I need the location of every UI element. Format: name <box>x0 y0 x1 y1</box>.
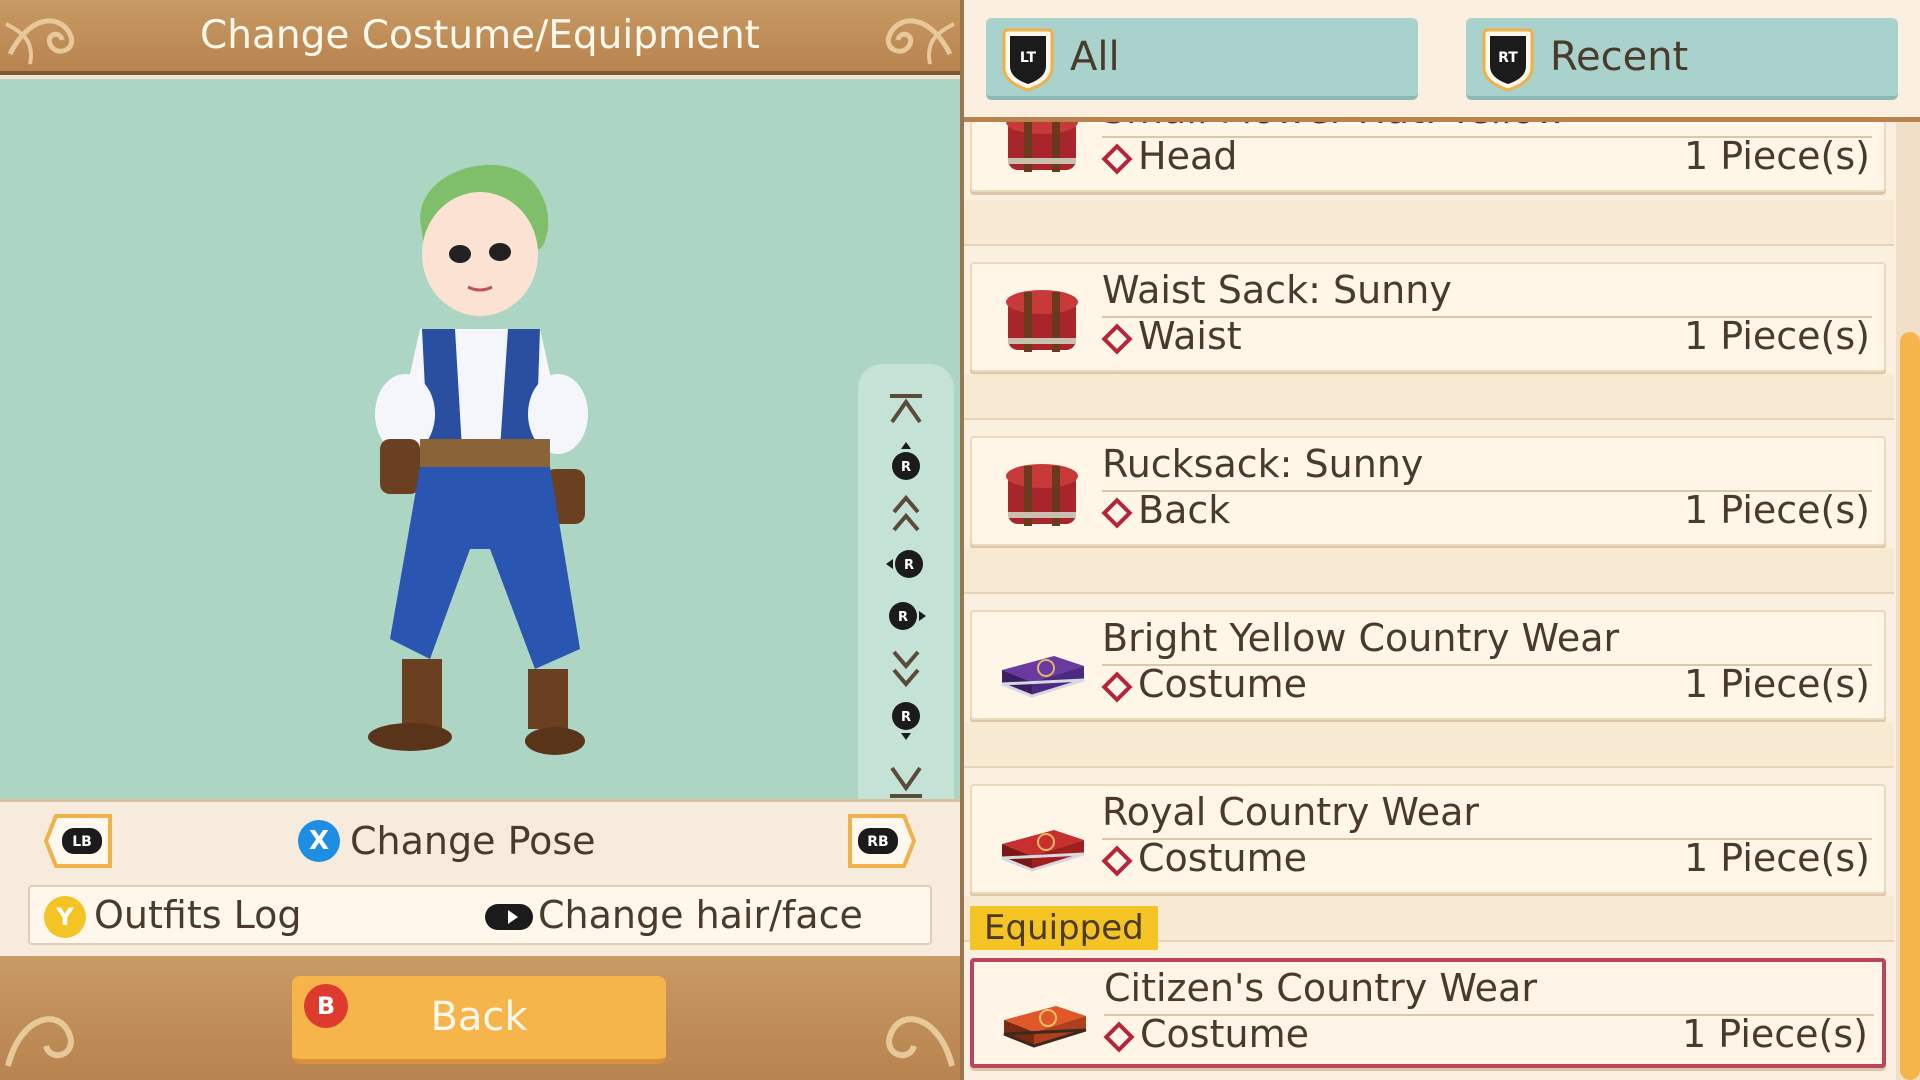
back-label: Back <box>430 994 528 1040</box>
rb-button[interactable]: RB <box>846 812 917 870</box>
lt-label: LT <box>1020 50 1037 66</box>
preview-panel: Change Costume/Equipment R R R R LB X Ch… <box>0 0 960 1080</box>
zoom-out-icon[interactable] <box>876 646 936 690</box>
right-stick-icon <box>485 904 533 930</box>
item-qty: 1 Piece(s) <box>1684 662 1870 706</box>
item-slot: Costume <box>1138 836 1307 880</box>
rt-label: RT <box>1498 50 1518 66</box>
item-slot: Waist <box>1138 314 1242 358</box>
diamond-icon <box>1101 845 1133 877</box>
svg-text:R: R <box>904 558 914 573</box>
svg-text:R: R <box>901 460 911 475</box>
row-separator <box>964 548 1894 594</box>
item-qty: 1 Piece(s) <box>1684 836 1870 880</box>
svg-text:R: R <box>901 710 911 725</box>
ornament-icon <box>886 1016 955 1067</box>
outfit-bar: Y Outfits Log Change hair/face <box>28 885 932 945</box>
character-model[interactable] <box>350 149 630 779</box>
purple-case-icon <box>1001 656 1085 698</box>
red-box-icon <box>1006 290 1078 352</box>
item-slot: Costume <box>1140 1012 1309 1056</box>
title-bar: Change Costume/Equipment <box>0 0 960 75</box>
item-list-panel: Small Flower Hat: Yellow Head 1 Piece(s)… <box>960 0 1920 1080</box>
equipped-badge: Equipped <box>970 906 1158 950</box>
y-button-icon[interactable]: Y <box>44 896 86 938</box>
change-pose-button[interactable]: X Change Pose <box>298 818 596 864</box>
lb-icon: LB <box>43 814 112 868</box>
top-icon[interactable] <box>876 388 936 432</box>
page-title: Change Costume/Equipment <box>200 13 760 58</box>
item-name: Rucksack: Sunny <box>1102 442 1424 486</box>
rb-label: RB <box>867 834 888 850</box>
rb-icon: RB <box>848 814 917 868</box>
rotate-left-icon[interactable]: R <box>876 542 936 586</box>
list-item[interactable]: Rucksack: Sunny Back 1 Piece(s) <box>964 374 1894 548</box>
camera-controls: R R R R <box>858 364 954 874</box>
diamond-icon <box>1101 143 1133 175</box>
item-qty: 1 Piece(s) <box>1684 314 1870 358</box>
list-item[interactable]: Waist Sack: Sunny Waist 1 Piece(s) <box>964 200 1894 374</box>
row-separator <box>964 722 1894 768</box>
rotate-up-icon[interactable]: R <box>876 440 936 484</box>
item-slot: Back <box>1138 488 1231 532</box>
lb-label: LB <box>72 834 92 850</box>
x-button-icon: X <box>298 820 340 862</box>
ornament-icon <box>5 1016 74 1067</box>
diamond-icon <box>1101 323 1133 355</box>
item-name: Citizen's Country Wear <box>1104 966 1537 1010</box>
red-box-icon <box>1006 464 1078 526</box>
outfits-log-button[interactable]: Outfits Log <box>94 893 301 937</box>
orange-case-icon <box>1003 1006 1087 1048</box>
svg-text:R: R <box>898 610 908 625</box>
tab-all[interactable]: LT All <box>986 18 1418 100</box>
tab-recent[interactable]: RT Recent <box>1466 18 1898 100</box>
zoom-in-icon[interactable] <box>876 492 936 536</box>
diamond-icon <box>1101 497 1133 529</box>
diamond-icon <box>1103 1021 1135 1053</box>
item-name: Waist Sack: Sunny <box>1102 268 1452 312</box>
scrollbar-thumb[interactable] <box>1900 332 1920 1080</box>
filter-tabs: LT All RT Recent <box>964 0 1920 122</box>
change-pose-label: Change Pose <box>350 819 596 863</box>
rotate-right-icon[interactable]: R <box>876 594 936 638</box>
row-separator <box>964 374 1894 420</box>
item-qty: 1 Piece(s) <box>1682 1012 1868 1056</box>
list-item[interactable]: Royal Country Wear Costume 1 Piece(s) <box>964 722 1894 896</box>
change-hair-face-button[interactable]: Change hair/face <box>538 893 863 937</box>
lt-trigger-icon: LT <box>1002 28 1054 92</box>
diamond-icon <box>1101 671 1133 703</box>
rt-trigger-icon: RT <box>1482 28 1534 92</box>
red-case-icon <box>1001 830 1085 872</box>
bottom-icon[interactable] <box>876 758 936 802</box>
scrollbar[interactable] <box>1896 122 1920 1080</box>
item-slot: Costume <box>1138 662 1307 706</box>
row-separator <box>964 200 1894 246</box>
back-button[interactable]: Back B <box>292 976 666 1064</box>
tab-all-label: All <box>1070 34 1120 80</box>
b-button-icon: B <box>304 984 348 1028</box>
list-item[interactable]: Bright Yellow Country Wear Costume 1 Pie… <box>964 548 1894 722</box>
tab-recent-label: Recent <box>1550 34 1689 80</box>
item-list[interactable]: Small Flower Hat: Yellow Head 1 Piece(s)… <box>964 0 1894 1080</box>
item-qty: 1 Piece(s) <box>1684 488 1870 532</box>
item-qty: 1 Piece(s) <box>1684 134 1870 178</box>
rotate-down-icon[interactable]: R <box>876 698 936 742</box>
item-slot: Head <box>1138 134 1238 178</box>
character-preview[interactable]: R R R R <box>0 79 960 874</box>
item-name: Bright Yellow Country Wear <box>1102 616 1620 660</box>
item-name: Royal Country Wear <box>1102 790 1480 834</box>
lb-button[interactable]: LB <box>43 812 114 870</box>
ornament-icon <box>885 18 955 65</box>
